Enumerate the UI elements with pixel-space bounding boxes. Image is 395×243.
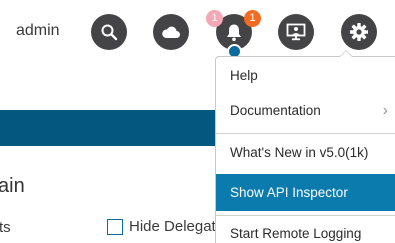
bell-icon (227, 24, 241, 41)
menu-item-whats-new[interactable]: What's New in v5.0(1k) (216, 134, 395, 171)
menu-item-documentation[interactable]: Documentation › (216, 92, 395, 129)
menu-item-label: Documentation (230, 103, 321, 118)
cloud-button[interactable] (153, 14, 189, 50)
checkbox-box[interactable] (107, 218, 123, 235)
hide-delegated-checkbox[interactable]: Hide Delegat (107, 218, 216, 235)
menu-item-label: Show API Inspector (230, 185, 348, 200)
monitor-button[interactable] (278, 14, 314, 50)
menu-item-help[interactable]: Help (216, 57, 395, 94)
monitor-icon (286, 23, 306, 41)
settings-dropdown-menu: Help Documentation › What's New in v5.0(… (215, 56, 395, 243)
hide-delegated-label: Hide Delegat (129, 218, 216, 235)
search-button[interactable] (91, 14, 127, 50)
menu-item-show-api-inspector[interactable]: Show API Inspector (216, 174, 395, 211)
notification-badge-orange: 1 (244, 10, 261, 27)
menu-item-start-remote-logging[interactable]: Start Remote Logging (216, 215, 395, 243)
menu-item-label: Help (230, 68, 258, 83)
filter-label: ts (0, 219, 11, 236)
search-icon (101, 24, 118, 41)
chevron-right-icon: › (382, 102, 388, 119)
cloud-icon (162, 26, 180, 38)
settings-button[interactable] (341, 14, 377, 50)
page-title: ain (0, 175, 25, 197)
menu-caret-fill (340, 51, 352, 57)
menu-item-label: What's New in v5.0(1k) (230, 145, 369, 160)
username-label[interactable]: admin (16, 22, 60, 40)
gear-icon (350, 23, 368, 41)
notification-badge-pink: 1 (206, 10, 223, 27)
menu-item-label: Start Remote Logging (230, 226, 362, 241)
